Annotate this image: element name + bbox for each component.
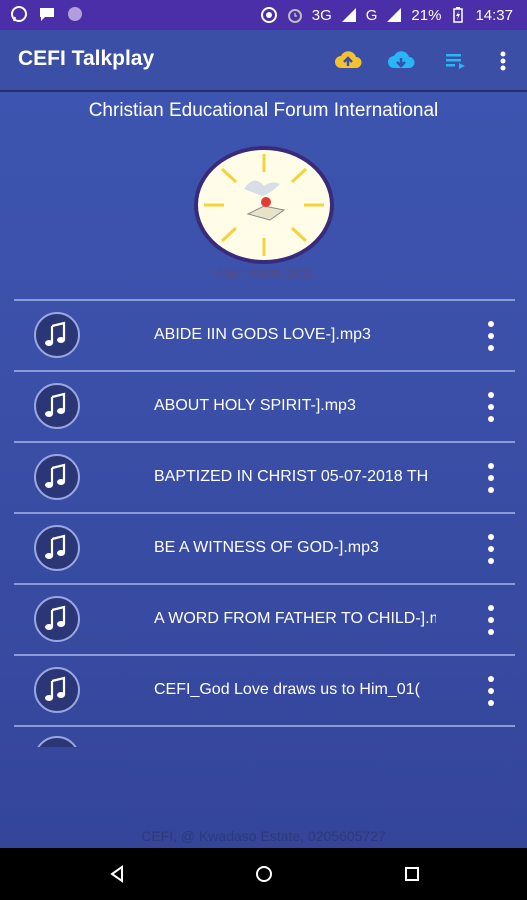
navigation-bar: [0, 848, 527, 900]
more-vert-icon[interactable]: [484, 603, 498, 637]
more-vert-icon[interactable]: [484, 532, 498, 566]
track-title: CEFI_God Love draws us to Him_01(: [154, 681, 420, 698]
organization-logo: [194, 146, 334, 264]
home-icon[interactable]: [252, 862, 276, 886]
organization-title: Christian Educational Forum Internationa…: [88, 100, 439, 121]
cloud-upload-icon[interactable]: [333, 46, 363, 76]
signal-icon: [341, 8, 356, 22]
more-vert-icon[interactable]: [484, 461, 498, 495]
music-note-icon: [34, 312, 80, 358]
music-note-icon: [34, 736, 80, 747]
music-note-icon: [34, 667, 80, 713]
status-bar: 3G G 21% 14:37: [0, 0, 527, 30]
sync-icon: [260, 7, 277, 23]
track-title: BAPTIZED IN CHRIST 05-07-2018 TH: [154, 468, 429, 485]
battery-charging-icon: [453, 7, 464, 23]
music-note-icon: [34, 596, 80, 642]
track-list: ABIDE IIN GODS LOVE-].mp3 ABOUT HOLY SPI…: [14, 299, 515, 747]
carrier-label: G: [365, 6, 378, 24]
footer-text: CEFI, @ Kwadaso Estate, 0205605727: [141, 828, 386, 844]
chat-icon: [40, 8, 54, 21]
signal-x-icon: [387, 8, 402, 22]
playlist-icon[interactable]: [441, 46, 471, 76]
list-item[interactable]: BAPTIZED IN CHRIST 05-07-2018 TH: [14, 441, 515, 512]
more-vert-icon[interactable]: [484, 390, 498, 424]
status-left-icons: [10, 5, 84, 23]
vision-text: Vision: Matth 28:20: [212, 266, 315, 280]
more-vert-icon[interactable]: [484, 319, 498, 353]
network-type: 3G: [311, 6, 332, 24]
list-item[interactable]: ABOUT HOLY SPIRIT-].mp3: [14, 370, 515, 441]
clock: 14:37: [475, 6, 513, 24]
list-item[interactable]: ABIDE IIN GODS LOVE-].mp3: [14, 299, 515, 370]
circle-icon: [68, 7, 82, 21]
more-vert-icon[interactable]: [488, 46, 518, 76]
battery-percent: 21%: [411, 6, 442, 24]
cloud-download-icon[interactable]: [386, 46, 416, 76]
list-item[interactable]: CEFI_God Love draws us to Him_01(: [14, 654, 515, 725]
track-title: ABIDE IIN GODS LOVE-].mp3: [154, 326, 371, 343]
track-title: A WORD FROM FATHER TO CHILD-].m: [154, 610, 436, 627]
back-icon[interactable]: [105, 862, 129, 886]
app-bar: CEFI Talkplay: [0, 30, 527, 92]
music-note-icon: [34, 454, 80, 500]
list-item[interactable]: BE A WITNESS OF GOD-].mp3: [14, 512, 515, 583]
track-title: ABOUT HOLY SPIRIT-].mp3: [154, 397, 356, 414]
recents-icon[interactable]: [400, 862, 424, 886]
list-item-partial[interactable]: [14, 725, 515, 747]
list-item[interactable]: A WORD FROM FATHER TO CHILD-].m: [14, 583, 515, 654]
whatsapp-icon: [11, 6, 27, 22]
music-note-icon: [34, 383, 80, 429]
more-vert-icon[interactable]: [484, 674, 498, 708]
alarm-icon: [287, 9, 302, 23]
main-content: Christian Educational Forum Internationa…: [0, 92, 527, 848]
music-note-icon: [34, 525, 80, 571]
track-title: BE A WITNESS OF GOD-].mp3: [154, 539, 379, 556]
status-right-icons: 3G G 21% 14:37: [260, 6, 513, 24]
app-title: CEFI Talkplay: [18, 47, 155, 70]
